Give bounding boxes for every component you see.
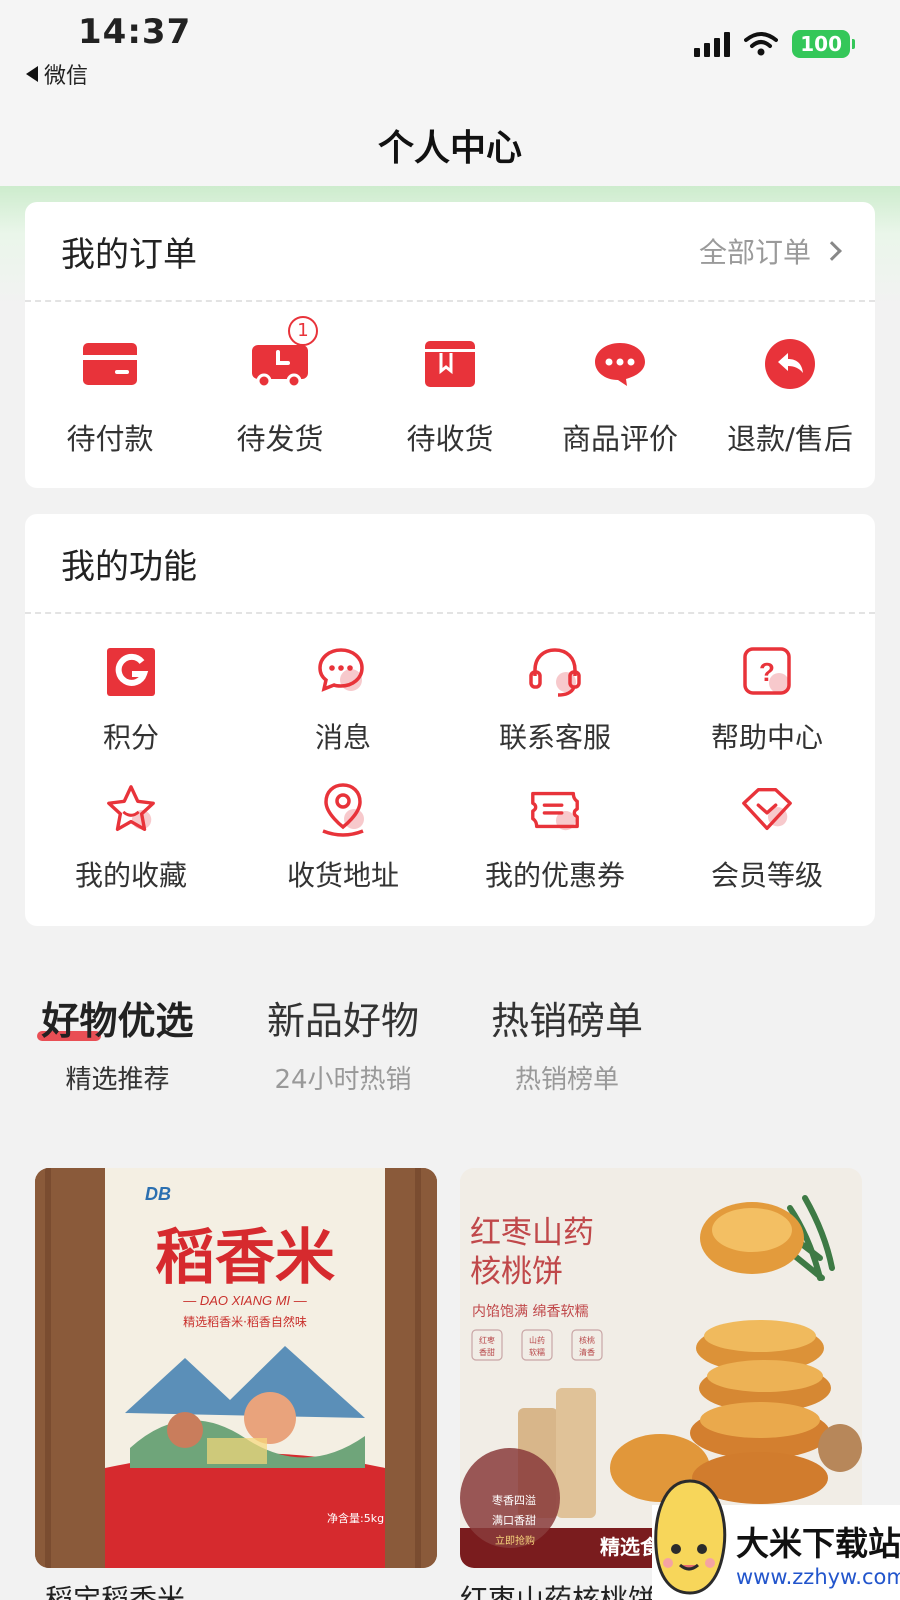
all-orders-label: 全部订单 xyxy=(698,236,811,269)
svg-text:核桃: 核桃 xyxy=(579,1335,595,1345)
page-title: 个人中心 xyxy=(377,128,522,169)
order-count-badge: 1 xyxy=(288,316,318,346)
back-to-app-button[interactable]: 微信 xyxy=(26,58,88,90)
functions-title: 我的功能 xyxy=(61,546,197,587)
svg-text:?: ? xyxy=(759,657,775,687)
battery-indicator: 100 xyxy=(792,30,855,58)
func-coupons[interactable]: 我的优惠券 xyxy=(449,782,661,920)
orders-header: 我的订单 全部订单 xyxy=(25,202,875,302)
svg-text:香甜: 香甜 xyxy=(479,1347,495,1357)
product-name[interactable]: 稻宝稻香米 xyxy=(45,1578,185,1600)
rice-brand-logo: DB xyxy=(145,1184,171,1204)
functions-grid: 积分 消息 联系客服 ? 帮助中心 我的收藏 收货地址 我的优惠券 会员等级 xyxy=(25,614,875,920)
package-icon xyxy=(418,332,482,396)
watermark-title: 大米下载站 xyxy=(736,1523,900,1563)
system-icons: 100 xyxy=(694,30,855,58)
order-pending-payment[interactable]: 待付款 xyxy=(25,332,195,458)
orders-card: 我的订单 全部订单 待付款 1 待发货 待收货 商品评价 退款/售后 xyxy=(25,202,875,488)
func-label: 会员等级 xyxy=(710,859,823,892)
order-status-label: 待付款 xyxy=(66,422,154,456)
func-points[interactable]: 积分 xyxy=(25,644,237,782)
orders-title: 我的订单 xyxy=(61,234,197,275)
return-arrow-icon xyxy=(758,332,822,396)
chat-bubble-icon xyxy=(588,332,652,396)
tab-new-arrivals[interactable]: 新品好物 24小时热销 xyxy=(258,990,428,1096)
chevron-right-icon xyxy=(822,241,842,261)
wifi-icon xyxy=(744,32,779,56)
func-label: 联系客服 xyxy=(498,721,611,754)
points-g-icon xyxy=(103,644,159,700)
tab-bestsellers[interactable]: 热销磅单 热销榜单 xyxy=(482,990,652,1096)
watermark-url: www.zzhyw.com xyxy=(736,1564,900,1589)
star-icon xyxy=(103,782,159,838)
order-status-label: 待发货 xyxy=(236,422,324,456)
location-pin-icon xyxy=(315,782,371,838)
all-orders-link[interactable]: 全部订单 xyxy=(698,231,842,271)
order-pending-receipt[interactable]: 待收货 xyxy=(365,332,535,458)
func-label: 积分 xyxy=(102,721,159,754)
tab-subtitle: 热销榜单 xyxy=(514,1065,619,1095)
rice-mascot-logo xyxy=(654,1479,727,1595)
svg-text:山药: 山药 xyxy=(529,1335,545,1345)
svg-text:枣香四溢: 枣香四溢 xyxy=(492,1493,536,1507)
svg-text:立即抢购: 立即抢购 xyxy=(495,1534,535,1547)
svg-text:清香: 清香 xyxy=(579,1347,595,1357)
order-status-label: 商品评价 xyxy=(561,422,678,456)
svg-text:红枣: 红枣 xyxy=(479,1335,495,1345)
delivery-truck-icon: 1 xyxy=(248,316,318,396)
back-triangle-icon xyxy=(26,66,38,82)
diamond-icon xyxy=(739,782,795,838)
rice-pack-title: 稻香米 xyxy=(155,1223,335,1293)
rice-pack-slogan: 精选稻香米·稻香自然味 xyxy=(183,1314,307,1329)
rice-pack-pinyin: — DAO XIANG MI — xyxy=(182,1293,308,1308)
walnut-headline-1: 红枣山药 xyxy=(470,1215,594,1251)
svg-text:满口香甜: 满口香甜 xyxy=(492,1514,536,1527)
func-messages[interactable]: 消息 xyxy=(237,644,449,782)
func-label: 我的优惠券 xyxy=(484,859,625,892)
svg-text:软糯: 软糯 xyxy=(529,1347,545,1357)
cellular-signal-icon xyxy=(694,31,731,57)
back-app-label: 微信 xyxy=(44,64,89,89)
rice-bag-image: DB 稻香米 — DAO XIANG MI — 精选稻香米·稻香自然味 净含量:… xyxy=(35,1168,437,1568)
order-reviews[interactable]: 商品评价 xyxy=(535,332,705,458)
func-label: 帮助中心 xyxy=(710,721,823,754)
order-pending-shipment[interactable]: 1 待发货 xyxy=(195,316,365,458)
func-customer-service[interactable]: 联系客服 xyxy=(449,644,661,782)
walnut-headline-2: 核桃饼 xyxy=(470,1254,563,1290)
functions-header: 我的功能 xyxy=(25,514,875,614)
order-status-label: 待收货 xyxy=(406,422,494,456)
tab-subtitle: 24小时热销 xyxy=(274,1065,412,1095)
order-status-row: 待付款 1 待发货 待收货 商品评价 退款/售后 xyxy=(25,302,875,458)
order-refund-aftersale[interactable]: 退款/售后 xyxy=(705,332,875,458)
func-address[interactable]: 收货地址 xyxy=(237,782,449,920)
headset-icon xyxy=(527,644,583,700)
nav-bar: 个人中心 xyxy=(0,100,900,190)
order-status-label: 退款/售后 xyxy=(727,422,853,456)
tab-title: 新品好物 xyxy=(266,999,419,1043)
func-label: 我的收藏 xyxy=(74,859,187,892)
tab-subtitle: 精选推荐 xyxy=(65,1065,170,1095)
tab-title: 好物优选 xyxy=(35,990,200,1045)
walnut-tagline: 内馅饱满 绵香软糯 xyxy=(472,1303,588,1320)
functions-card: 我的功能 积分 消息 联系客服 ? 帮助中心 我的收藏 收货地址 我的优惠券 会… xyxy=(25,514,875,926)
func-favorites[interactable]: 我的收藏 xyxy=(25,782,237,920)
status-bar: 14:37 微信 100 xyxy=(0,0,900,100)
product-name[interactable]: 红枣山药核桃饼 xyxy=(460,1578,656,1600)
coupon-icon xyxy=(527,782,583,838)
product-tabs: 好物优选 精选推荐 新品好物 24小时热销 热销磅单 热销榜单 xyxy=(0,990,900,1095)
help-icon: ? xyxy=(739,644,795,700)
tab-featured[interactable]: 好物优选 精选推荐 xyxy=(35,990,200,1096)
rice-net-weight: 净含量:5kg xyxy=(327,1511,384,1525)
func-help-center[interactable]: ? 帮助中心 xyxy=(661,644,873,782)
site-watermark: 大米下载站 www.zzhyw.com xyxy=(652,1479,900,1600)
func-label: 消息 xyxy=(314,721,371,754)
tab-title: 热销磅单 xyxy=(490,999,643,1043)
func-membership[interactable]: 会员等级 xyxy=(661,782,873,920)
func-label: 收货地址 xyxy=(286,859,399,892)
product-card-rice[interactable]: DB 稻香米 — DAO XIANG MI — 精选稻香米·稻香自然味 净含量:… xyxy=(35,1168,437,1568)
wallet-icon xyxy=(78,332,142,396)
status-time: 14:37 xyxy=(78,12,192,52)
message-icon xyxy=(315,644,371,700)
